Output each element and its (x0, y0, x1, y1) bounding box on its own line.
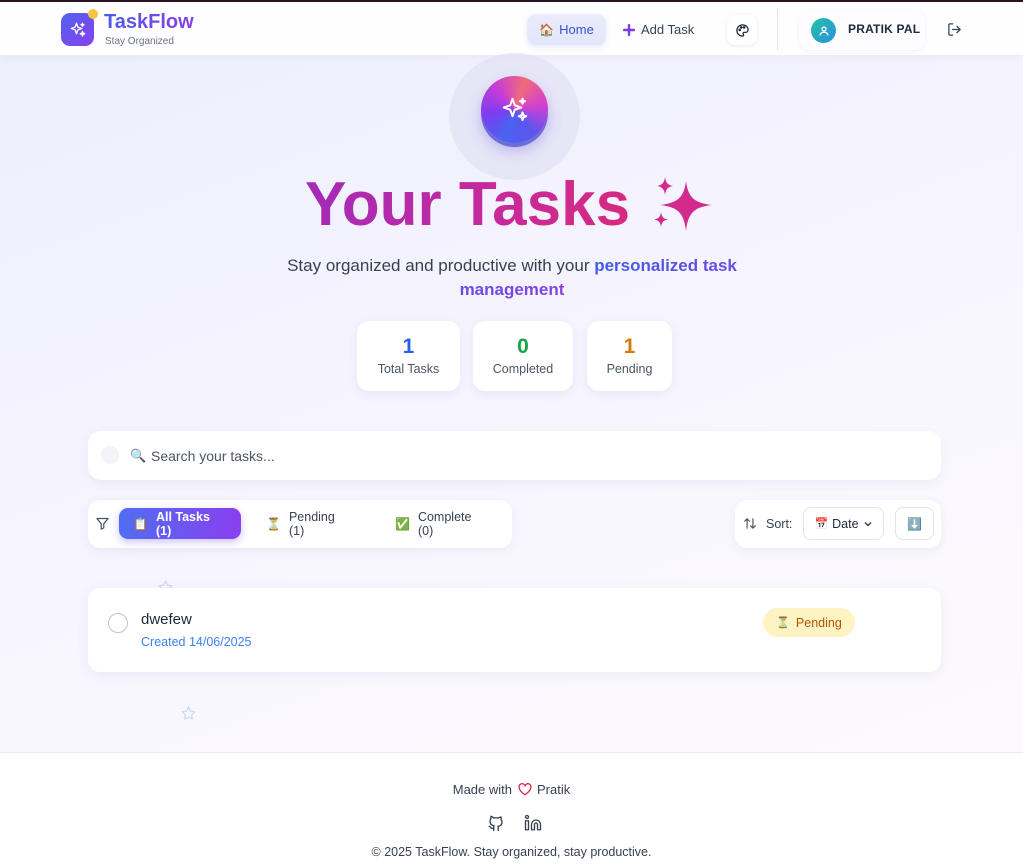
sort-arrows-icon (744, 518, 756, 529)
status-badge: ⏳ Pending (763, 608, 855, 637)
sparkles-icon (654, 177, 712, 231)
stat-value: 1 (623, 335, 636, 358)
task-title: dwefew (141, 611, 192, 628)
tab-label: Pending (1) (288, 509, 335, 538)
search-input[interactable] (151, 443, 911, 468)
stat-value: 1 (402, 335, 415, 358)
stat-card-completed: 0 Completed (473, 321, 573, 391)
search-decor-dot (101, 446, 119, 464)
brand[interactable]: TaskFlow Stay Organized (61, 9, 221, 48)
search-icon: 🔍 (130, 448, 147, 463)
tab-all-tasks[interactable]: 📋 All Tasks (1) (119, 508, 241, 539)
sort-bar: Sort: 📅 Date ⬇️ (735, 500, 941, 548)
page-title: Your Tasks (305, 170, 635, 240)
clipboard-icon: 📋 (133, 516, 148, 531)
task-complete-checkbox[interactable] (108, 613, 128, 633)
hourglass-icon: ⏳ (266, 516, 281, 531)
plus-icon (623, 23, 635, 36)
subtitle-text: Stay organized and productive with your (287, 256, 595, 275)
brand-tagline: Stay Organized (105, 36, 174, 47)
heart-icon (518, 783, 532, 796)
top-navbar: TaskFlow Stay Organized 🏠 Home Add Task … (0, 2, 1023, 56)
task-created-date: Created 14/06/2025 (141, 635, 252, 649)
star-outline-icon (181, 706, 196, 720)
stat-label: Pending (606, 362, 653, 376)
tab-pending[interactable]: ⏳ Pending (1) (252, 508, 362, 539)
search-bar: 🔍 (88, 431, 941, 480)
github-icon[interactable] (487, 814, 505, 832)
sort-select[interactable]: 📅 Date (803, 507, 884, 540)
home-icon: 🏠 (539, 22, 555, 37)
user-name: PRATIK PAL (848, 22, 921, 36)
copyright-text: © 2025 TaskFlow. Stay organized, stay pr… (371, 845, 652, 859)
tab-label: Complete (0) (417, 509, 472, 538)
footer: Made with Pratik © 2025 TaskFlow. Stay or… (0, 752, 1023, 865)
status-badge-label: Pending (795, 615, 842, 630)
brand-status-dot (88, 9, 98, 19)
made-with-credit: Made with Pratik (0, 782, 1023, 797)
stat-label: Completed (492, 362, 554, 376)
linkedin-icon[interactable] (524, 814, 542, 832)
calendar-icon: 📅 (814, 518, 829, 530)
nav-divider (777, 9, 778, 50)
user-profile-chip[interactable]: PRATIK PAL (799, 10, 925, 50)
nav-add-task-link[interactable]: Add Task (622, 14, 698, 45)
check-box-icon: ✅ (395, 516, 410, 531)
logout-button[interactable] (944, 19, 964, 39)
hourglass-icon: ⏳ (776, 617, 790, 629)
nav-home-link[interactable]: 🏠 Home (527, 14, 606, 45)
tab-label: All Tasks (1) (155, 509, 210, 538)
theme-toggle-button[interactable] (727, 15, 757, 45)
arrow-down-icon: ⬇️ (907, 516, 922, 531)
chevron-down-icon (864, 521, 872, 527)
nav-add-task-label: Add Task (641, 22, 695, 37)
stat-label: Total Tasks (377, 362, 440, 376)
filter-bar: 📋 All Tasks (1) ⏳ Pending (1) ✅ Complete… (88, 500, 512, 548)
hero-icon-orb (481, 76, 548, 143)
stat-card-pending: 1 Pending (587, 321, 672, 391)
avatar (811, 18, 836, 43)
tab-complete[interactable]: ✅ Complete (0) (381, 508, 501, 539)
page-subtitle: Stay organized and productive with your … (262, 254, 762, 302)
sparkles-icon (502, 97, 527, 121)
sort-order-button[interactable]: ⬇️ (895, 507, 934, 540)
palette-icon (735, 23, 749, 37)
sort-selected-value: Date (832, 516, 859, 531)
brand-name: TaskFlow (104, 11, 194, 33)
nav-home-label: Home (559, 22, 594, 37)
stat-card-total: 1 Total Tasks (357, 321, 460, 391)
logout-icon (947, 22, 961, 36)
stat-value: 0 (517, 335, 529, 358)
filter-icon (96, 517, 109, 530)
task-card[interactable]: dwefew Created 14/06/2025 ⏳ Pending (88, 588, 941, 672)
user-icon (818, 25, 829, 36)
made-with-prefix: Made with (452, 782, 512, 797)
sort-label: Sort: (766, 517, 793, 531)
sparkles-icon (70, 22, 85, 37)
made-with-author: Pratik (537, 782, 571, 797)
